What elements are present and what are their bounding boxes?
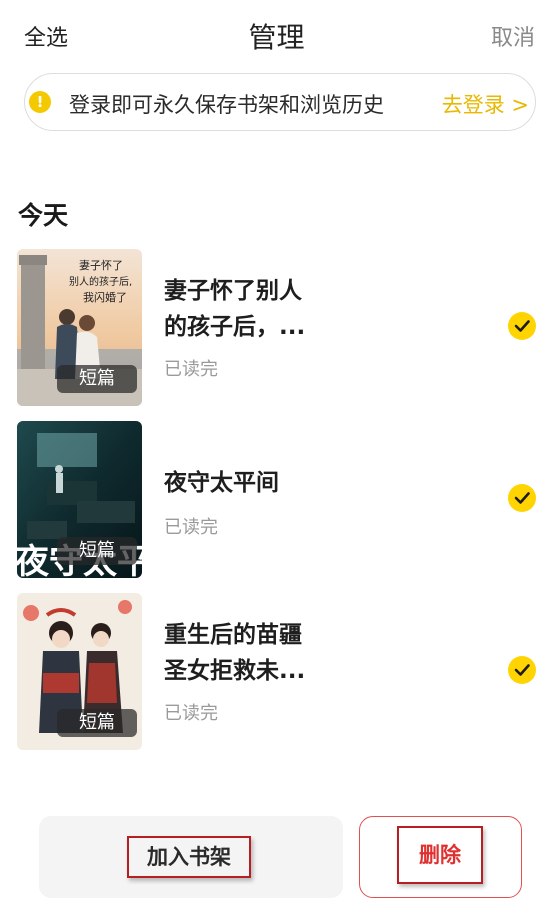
delete-button[interactable]: 删除 xyxy=(359,816,522,898)
read-status: 已读完 xyxy=(164,517,218,538)
book-cover: 短篇 xyxy=(17,593,142,750)
selected-check-icon[interactable] xyxy=(508,484,536,512)
selected-check-icon[interactable] xyxy=(508,312,536,340)
cancel-button[interactable]: 取消 xyxy=(491,20,535,52)
book-item[interactable]: 夜守太平间 短篇 夜守太平间 已读完 xyxy=(0,421,553,579)
book-title-line: 圣女拒救未... xyxy=(164,658,306,684)
book-cover: 夜守太平间 短篇 xyxy=(17,421,142,578)
book-item[interactable]: 短篇 重生后的苗疆 圣女拒救未... 已读完 xyxy=(0,593,553,751)
login-banner[interactable]: ! 登录即可永久保存书架和浏览历史 去登录 > xyxy=(24,73,536,131)
page-title: 管理 xyxy=(248,21,305,54)
go-login-link[interactable]: 去登录 > xyxy=(442,89,529,119)
short-story-tag: 短篇 xyxy=(57,709,137,737)
manage-page: 全选 管理 取消 ! 登录即可永久保存书架和浏览历史 去登录 > 今天 妻子怀了… xyxy=(0,0,553,922)
book-cover: 妻子怀了 别人的孩子后, 我闪婚了 短篇 xyxy=(17,249,142,406)
cover-text-line: 别人的孩子后, xyxy=(69,275,132,288)
delete-label: 删除 xyxy=(397,826,483,884)
exclamation-icon: ! xyxy=(29,91,51,113)
header: 全选 管理 取消 xyxy=(0,0,553,70)
add-to-shelf-label: 加入书架 xyxy=(127,836,251,878)
short-story-tag: 短篇 xyxy=(57,365,137,393)
book-title-line: 重生后的苗疆 xyxy=(164,622,302,648)
section-title-today: 今天 xyxy=(18,201,69,230)
cover-text-line: 妻子怀了 xyxy=(79,259,123,272)
selected-check-icon[interactable] xyxy=(508,656,536,684)
read-status: 已读完 xyxy=(164,703,218,724)
book-item[interactable]: 妻子怀了 别人的孩子后, 我闪婚了 短篇 妻子怀了别人 的孩子后，... 已读完 xyxy=(0,249,553,407)
add-to-shelf-button[interactable]: 加入书架 xyxy=(39,816,343,898)
book-title: 妻子怀了别人 的孩子后，... xyxy=(164,273,344,345)
book-title: 夜守太平间 xyxy=(164,465,344,501)
read-status: 已读完 xyxy=(164,359,218,380)
book-title-line: 夜守太平间 xyxy=(164,470,279,496)
cover-text-line: 我闪婚了 xyxy=(83,290,127,304)
banner-message: 登录即可永久保存书架和浏览历史 xyxy=(69,93,384,117)
book-title-line: 妻子怀了别人 xyxy=(164,278,302,304)
short-story-tag: 短篇 xyxy=(57,537,137,565)
book-title-line: 的孩子后，... xyxy=(164,314,306,340)
book-title: 重生后的苗疆 圣女拒救未... xyxy=(164,617,344,689)
